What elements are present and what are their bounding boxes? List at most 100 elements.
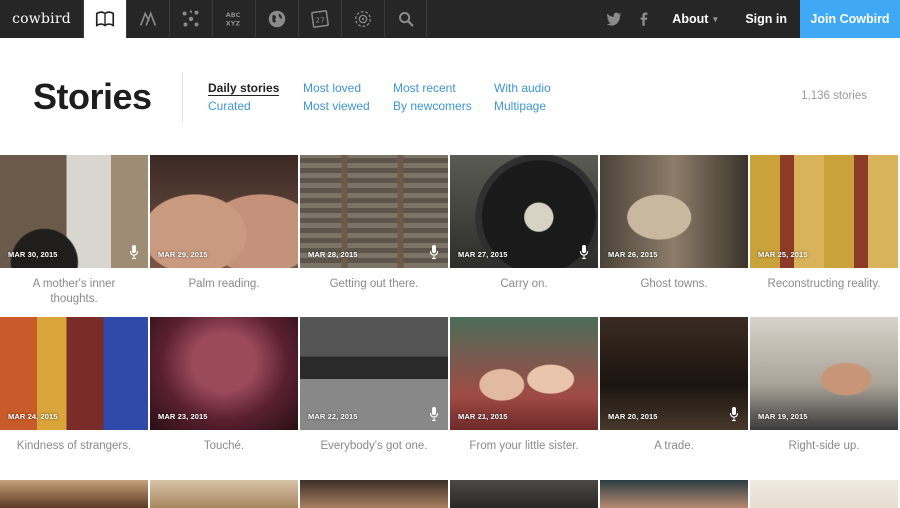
microphone-icon [429,407,439,422]
story-thumbnail[interactable]: MAR 28, 2015 [300,155,448,268]
nav-calendar[interactable]: 27 [298,0,341,38]
nav-topics[interactable]: ABC XYZ [212,0,255,38]
story-card[interactable]: MAR 28, 2015 Getting out there. [300,155,450,317]
story-card[interactable]: MAR 26, 2015 Ghost towns. [600,155,750,317]
story-thumbnail[interactable] [450,480,598,508]
nav-stories-book[interactable] [83,0,126,38]
story-date: MAR 29, 2015 [158,250,208,259]
story-card[interactable]: MAR 25, 2015 Reconstructing reality. [750,155,900,317]
facebook-icon [640,12,648,26]
join-button[interactable]: Join Cowbird [800,0,900,38]
people-icon [139,11,157,26]
page-title: Stories [33,76,152,117]
story-caption[interactable]: Getting out there. [300,277,448,292]
nav-places[interactable] [255,0,298,38]
about-label: About [672,12,709,26]
calendar-icon: 27 [311,10,329,28]
story-card[interactable]: MAR 20, 2015 A trade. [600,317,750,479]
microphone-icon [579,245,589,260]
story-caption[interactable]: From your little sister. [450,439,598,454]
story-date: MAR 23, 2015 [158,412,208,421]
story-card[interactable]: MAR 30, 2015 A mother's inner thoughts. [0,155,150,317]
story-caption[interactable]: Palm reading. [150,277,298,292]
story-caption[interactable]: Ghost towns. [600,277,748,292]
story-thumbnail[interactable]: MAR 25, 2015 [750,155,898,268]
story-date: MAR 22, 2015 [308,412,358,421]
story-caption[interactable]: Right-side up. [750,439,898,454]
microphone-icon [429,245,439,260]
globe-icon [268,10,286,28]
story-grid: MAR 30, 2015 A mother's inner thoughts. MA… [0,155,900,479]
story-date: MAR 25, 2015 [758,250,808,259]
story-card[interactable]: MAR 29, 2015 Palm reading. [150,155,300,317]
twitter-icon [606,12,622,26]
filter-by-newcomers[interactable]: By newcomers [393,99,472,113]
alphabet-icon: ABCXYZ [226,11,241,27]
search-icon [398,12,414,27]
filter-most-loved[interactable]: Most loved [303,81,361,95]
book-icon [95,11,115,27]
filter-multipage[interactable]: Multipage [494,99,546,113]
story-date: MAR 21, 2015 [458,412,508,421]
story-caption[interactable]: Touché. [150,439,298,454]
story-thumbnail[interactable]: MAR 19, 2015 [750,317,898,430]
story-thumbnail[interactable] [0,480,148,508]
story-card[interactable]: MAR 23, 2015 Touché. [150,317,300,479]
header-divider [182,72,183,122]
filter-with-audio[interactable]: With audio [494,81,551,95]
story-caption[interactable]: Everybody's got one. [300,439,448,454]
microphone-icon [129,245,139,260]
story-date: MAR 19, 2015 [758,412,808,421]
svg-text:ABC: ABC [226,11,241,19]
story-grid-next-row [0,480,900,508]
sign-in-link[interactable]: Sign in [732,0,800,38]
nav-people[interactable] [126,0,169,38]
story-thumbnail[interactable]: MAR 27, 2015 [450,155,598,268]
nav-connections[interactable] [169,0,212,38]
story-card[interactable]: MAR 27, 2015 Carry on. [450,155,600,317]
facebook-link[interactable] [629,0,659,38]
chevron-down-icon: ▼ [711,14,720,24]
story-date: MAR 27, 2015 [458,250,508,259]
story-count: 1,136 stories [801,90,867,102]
nav-search[interactable] [384,0,427,38]
top-nav-bar: cowbird ABC XYZ 27 About ▼ Sign in Join Co… [0,0,900,38]
story-date: MAR 28, 2015 [308,250,358,259]
spiral-icon [355,11,371,27]
stories-header: Stories Daily stories Curated Most loved… [0,38,900,155]
story-card[interactable]: MAR 19, 2015 Right-side up. [750,317,900,479]
story-thumbnail[interactable]: MAR 21, 2015 [450,317,598,430]
story-thumbnail[interactable]: MAR 20, 2015 [600,317,748,430]
story-thumbnail[interactable]: MAR 29, 2015 [150,155,298,268]
svg-text:27: 27 [315,16,325,25]
filter-most-recent[interactable]: Most recent [393,81,456,95]
story-thumbnail[interactable] [150,480,298,508]
story-caption[interactable]: A mother's inner thoughts. [0,277,148,307]
story-caption[interactable]: Reconstructing reality. [750,277,898,292]
story-caption[interactable]: Kindness of strangers. [0,439,148,454]
story-thumbnail[interactable]: MAR 26, 2015 [600,155,748,268]
story-thumbnail[interactable]: MAR 23, 2015 [150,317,298,430]
story-card[interactable]: MAR 22, 2015 Everybody's got one. [300,317,450,479]
filter-daily-stories[interactable]: Daily stories [208,81,280,96]
twitter-link[interactable] [599,0,629,38]
story-date: MAR 26, 2015 [608,250,658,259]
filter-curated[interactable]: Curated [208,99,251,113]
story-thumbnail[interactable] [750,480,898,508]
story-thumbnail[interactable] [600,480,748,508]
story-thumbnail[interactable]: MAR 22, 2015 [300,317,448,430]
cowbird-logo[interactable]: cowbird [0,0,83,38]
story-card[interactable]: MAR 21, 2015 From your little sister. [450,317,600,479]
story-thumbnail[interactable]: MAR 30, 2015 [0,155,148,268]
filter-most-viewed[interactable]: Most viewed [303,99,370,113]
story-thumbnail[interactable]: MAR 24, 2015 [0,317,148,430]
story-card[interactable]: MAR 24, 2015 Kindness of strangers. [0,317,150,479]
story-caption[interactable]: Carry on. [450,277,598,292]
nav-spiral[interactable] [341,0,384,38]
microphone-icon [729,407,739,422]
story-thumbnail[interactable] [300,480,448,508]
about-menu[interactable]: About ▼ [659,0,732,38]
story-caption[interactable]: A trade. [600,439,748,454]
story-date: MAR 24, 2015 [8,412,58,421]
